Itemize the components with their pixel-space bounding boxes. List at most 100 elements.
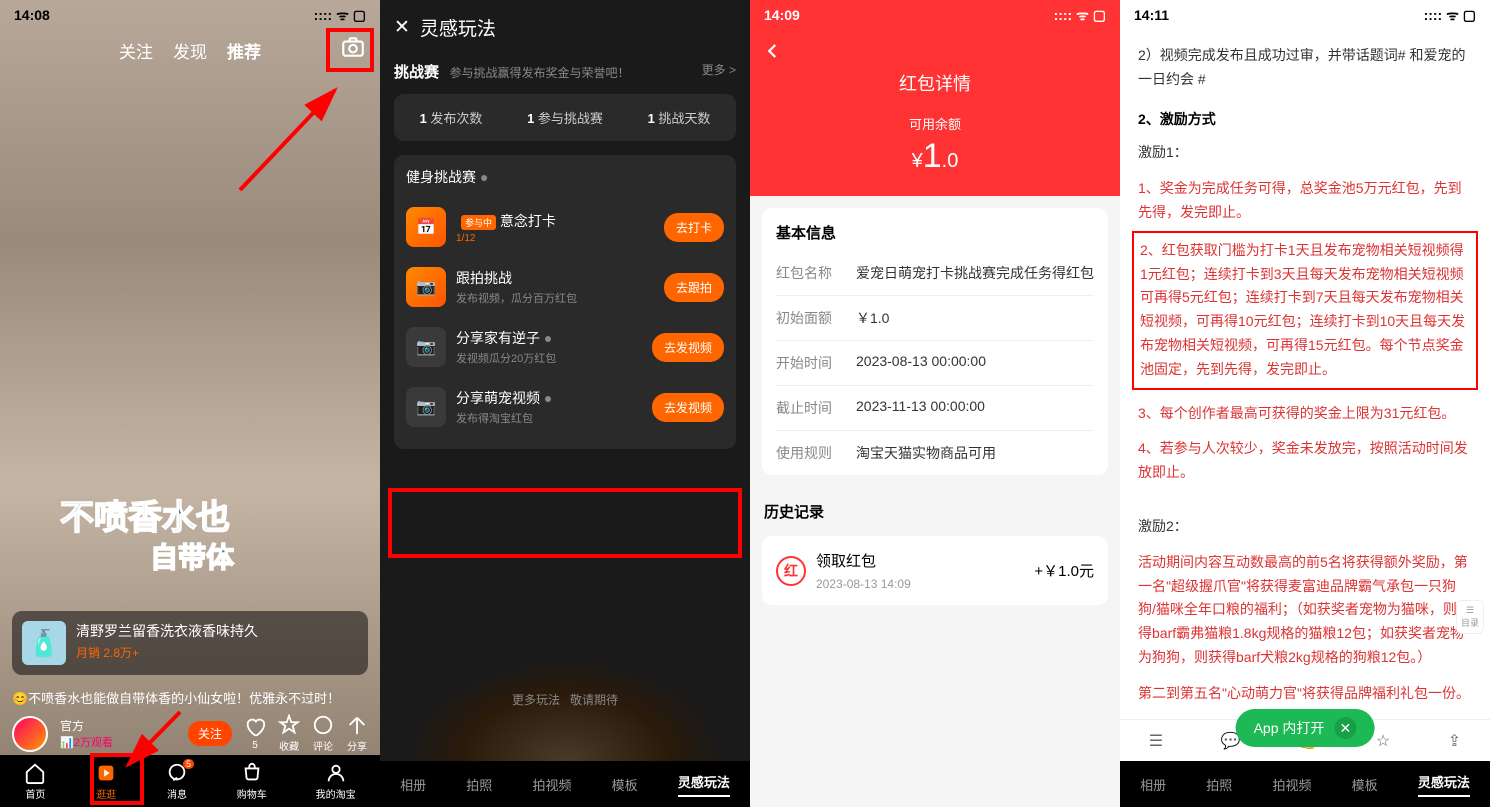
- camera-icon: 📷: [406, 327, 446, 367]
- history-item[interactable]: 红 领取红包 2023-08-13 14:09 +￥1.0元: [762, 536, 1108, 605]
- tab-video[interactable]: 拍视频: [1272, 775, 1311, 794]
- fav-button[interactable]: 收藏: [278, 714, 300, 753]
- challenge-share-pet[interactable]: 📷 分享萌宠视频 ●发布得淘宝红包 去发视频: [406, 377, 724, 437]
- tab-photo[interactable]: 拍照: [1206, 775, 1232, 794]
- basic-info-card: 基本信息 红包名称爱宠日萌宠打卡挑战赛完成任务得红包 初始面额￥1.0 开始时间…: [762, 208, 1108, 475]
- balance-label: 可用余额: [750, 114, 1120, 133]
- card-title: 基本信息: [776, 208, 1094, 251]
- status-bar: 14:11 :::: ᯤ ▢: [1120, 0, 1490, 30]
- tab-inspiration[interactable]: 灵感玩法: [678, 772, 730, 797]
- product-sales: 月销 2.8万+: [76, 644, 258, 661]
- avatar[interactable]: [12, 716, 48, 752]
- redpacket-icon: 红: [776, 556, 806, 586]
- close-icon[interactable]: ✕: [1334, 717, 1356, 739]
- article-body[interactable]: 2）视频完成发布且成功过审，并带话题词# 和爱宠的一日约会 # 2、激励方式 激…: [1120, 30, 1490, 730]
- tab-template[interactable]: 模板: [612, 775, 638, 794]
- list-icon[interactable]: ☰: [1149, 731, 1163, 751]
- nav-recommend[interactable]: 推荐: [227, 38, 261, 63]
- stats-card: 1 发布次数 1 参与挑战赛 1 挑战天数: [394, 94, 736, 141]
- nav-discover[interactable]: 发现: [173, 38, 207, 63]
- red-header: 14:09 :::: ᯤ ▢ 红包详情 可用余额 ¥1.0: [750, 0, 1120, 196]
- page-title: 红包详情: [750, 30, 1120, 96]
- star-icon[interactable]: ☆: [1376, 731, 1390, 751]
- challenge-sub: 发布视频，瓜分百万红包: [456, 290, 654, 306]
- status-time: 14:09: [764, 7, 800, 23]
- row-amount: 初始面额￥1.0: [776, 295, 1094, 340]
- checkin-button[interactable]: 去打卡: [664, 213, 724, 242]
- tab-template[interactable]: 模板: [1352, 775, 1378, 794]
- incentive-2-label: 激励2：: [1138, 515, 1472, 539]
- progress: 1/12: [456, 233, 654, 244]
- challenge-share-kid[interactable]: 📷 分享家有逆子 ●发视频瓜分20万红包 去发视频: [406, 317, 724, 377]
- annotation-arrow-1: [230, 80, 350, 200]
- rule-6: 第二到第五名"心动萌力官"将获得品牌福利礼包一份。: [1138, 682, 1472, 706]
- screen-rules: 14:11 :::: ᯤ ▢ 2）视频完成发布且成功过审，并带话题词# 和爱宠的…: [1120, 0, 1490, 807]
- challenge-title: 意念打卡: [500, 213, 556, 229]
- share-icon[interactable]: ⇪: [1448, 731, 1461, 751]
- back-button[interactable]: [764, 42, 782, 65]
- screen-inspiration: ✕ 灵感玩法 挑战赛 参与挑战赢得发布奖金与荣誉吧！ 更多 > 1 发布次数 1…: [380, 0, 750, 807]
- status-time: 14:11: [1134, 7, 1169, 23]
- video-caption: 😊不喷香水也能做自带体香的小仙女啦！优雅永不过时！: [12, 688, 368, 707]
- history-item-time: 2023-08-13 14:09: [816, 577, 911, 591]
- tab-video[interactable]: 拍视频: [532, 775, 571, 794]
- product-image: 🧴: [22, 621, 66, 665]
- bottom-tabs: 相册 拍照 拍视频 模板 灵感玩法: [1120, 761, 1490, 807]
- challenge-sub: 发视频瓜分20万红包: [456, 350, 642, 366]
- rule-3: 3、每个创作者最高可获得的奖金上限为31元红包。: [1138, 402, 1472, 426]
- nav-follow[interactable]: 关注: [119, 38, 153, 63]
- bottom-tabs: 首页 逛逛 5消息 购物车 我的淘宝: [0, 755, 380, 807]
- top-nav: 关注 发现 推荐: [0, 38, 380, 63]
- rule-4: 4、若参与人次较少，奖金未发放完，按照活动时间发放即止。: [1138, 437, 1472, 485]
- status-time: 14:08: [14, 7, 50, 23]
- tab-album[interactable]: 相册: [400, 775, 426, 794]
- tab-inspiration[interactable]: 灵感玩法: [1418, 772, 1470, 797]
- fitness-card: 健身挑战赛● 📅 参与中 意念打卡1/12 去打卡 📷 跟拍挑战发布视频，瓜分百…: [394, 155, 736, 449]
- like-button[interactable]: 5: [244, 716, 266, 751]
- tab-my-taobao[interactable]: 我的淘宝: [316, 762, 356, 801]
- annotation-arrow-2: [120, 707, 190, 777]
- tab-photo[interactable]: 拍照: [466, 775, 492, 794]
- more-link[interactable]: 更多 >: [702, 61, 736, 78]
- open-in-app-button[interactable]: App 内打开 ✕: [1236, 709, 1375, 747]
- status-bar: 14:08 :::: ᯤ ▢: [0, 0, 380, 30]
- challenge-checkin[interactable]: 📅 参与中 意念打卡 1/12 去打卡: [406, 197, 724, 257]
- toc-button[interactable]: ☰目录: [1456, 600, 1484, 634]
- challenge-title: 跟拍挑战: [456, 268, 654, 288]
- share-button[interactable]: 分享: [346, 714, 368, 753]
- product-card[interactable]: 🧴 清野罗兰留香洗衣液香味持久 月销 2.8万+: [12, 611, 368, 675]
- page-header: ✕ 灵感玩法: [380, 0, 750, 51]
- post-video-button[interactable]: 去发视频: [652, 393, 724, 422]
- section-challenge-sub: 参与挑战赢得发布奖金与荣誉吧！: [449, 66, 629, 80]
- annotation-box-pet: [388, 488, 742, 558]
- calendar-icon: 📅: [406, 207, 446, 247]
- row-rule: 使用规则淘宝天猫实物商品可用: [776, 430, 1094, 475]
- row-name: 红包名称爱宠日萌宠打卡挑战赛完成任务得红包: [776, 251, 1094, 295]
- status-icons: :::: ᯤ ▢: [1424, 6, 1476, 25]
- comment-button[interactable]: 评论: [312, 714, 334, 753]
- open-app-label: App 内打开: [1254, 718, 1325, 738]
- product-title: 清野罗兰留香洗衣液香味持久: [76, 621, 258, 641]
- tab-cart[interactable]: 购物车: [237, 762, 267, 801]
- challenge-follow-shoot[interactable]: 📷 跟拍挑战发布视频，瓜分百万红包 去跟拍: [406, 257, 724, 317]
- tab-home[interactable]: 首页: [24, 762, 46, 801]
- post-video-button[interactable]: 去发视频: [652, 333, 724, 362]
- status-icons: :::: ᯤ ▢: [314, 6, 366, 25]
- history-item-title: 领取红包: [816, 550, 911, 571]
- status-bar: 14:09 :::: ᯤ ▢: [750, 0, 1120, 30]
- challenge-title: 分享萌宠视频: [456, 390, 540, 406]
- challenge-sub: 发布得淘宝红包: [456, 410, 642, 426]
- screen-taobao-feed: 14:08 :::: ᯤ ▢ 关注 发现 推荐 不喷香水也 自带体 🧴 清野罗兰…: [0, 0, 380, 807]
- screen-redpacket: 14:09 :::: ᯤ ▢ 红包详情 可用余额 ¥1.0 基本信息 红包名称爱…: [750, 0, 1120, 807]
- tab-album[interactable]: 相册: [1140, 775, 1166, 794]
- stat-days: 1 挑战天数: [622, 94, 736, 141]
- rule-2-highlighted: 2、红包获取门槛为打卡1天且发布宠物相关短视频得1元红包；连续打卡到3天且每天发…: [1132, 231, 1478, 390]
- stat-publish: 1 发布次数: [394, 94, 508, 141]
- follow-shoot-button[interactable]: 去跟拍: [664, 273, 724, 302]
- section-challenge-title: 挑战赛: [394, 64, 439, 81]
- back-icon[interactable]: ✕: [394, 16, 410, 39]
- section-incentive: 2、激励方式: [1138, 108, 1472, 132]
- joining-tag: 参与中: [461, 215, 496, 230]
- follow-button[interactable]: 关注: [188, 721, 232, 746]
- row-end: 截止时间2023-11-13 00:00:00: [776, 385, 1094, 430]
